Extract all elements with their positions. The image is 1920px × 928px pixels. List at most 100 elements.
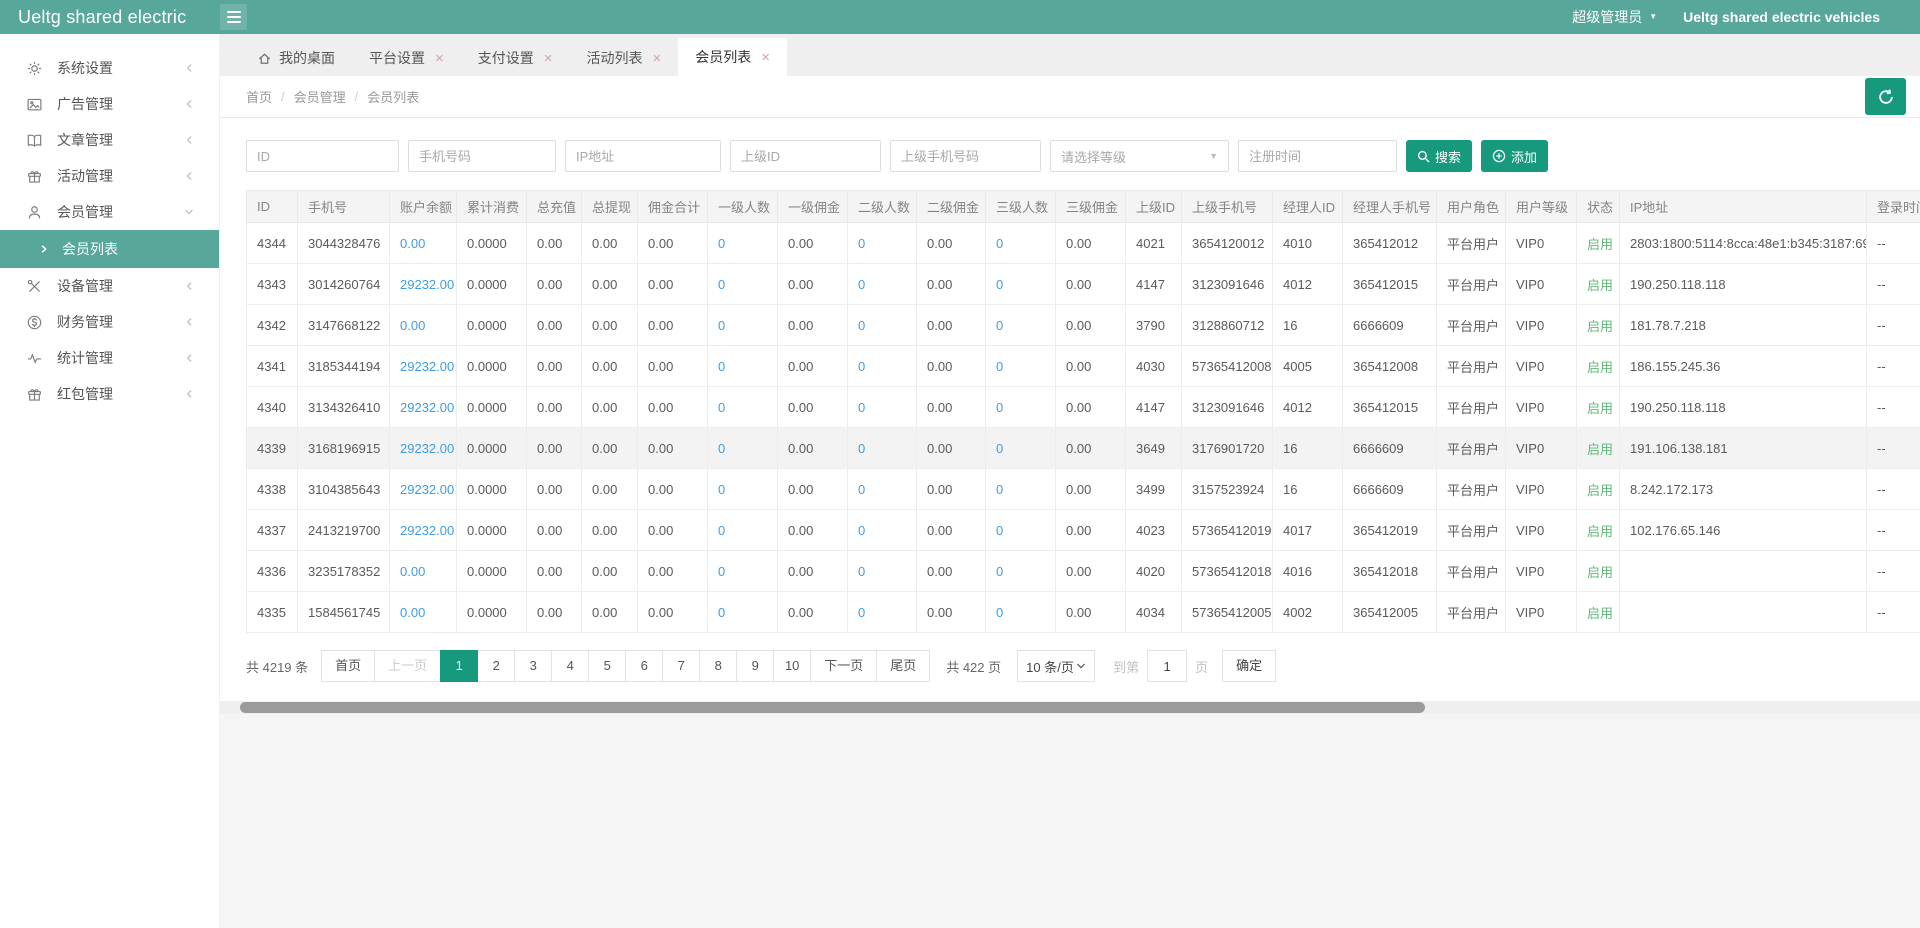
page-button-10[interactable]: 10 [773, 650, 811, 682]
link-l3_count[interactable]: 0 [996, 359, 1003, 374]
tab-platform-settings[interactable]: 平台设置 × [352, 40, 461, 76]
tab-payment-settings[interactable]: 支付设置 × [461, 40, 570, 76]
cell-consume: 0.0000 [457, 428, 527, 469]
goto-page-input[interactable] [1147, 650, 1187, 682]
tab-my-desktop[interactable]: 我的桌面 [240, 40, 352, 76]
link-balance[interactable]: 0.00 [400, 564, 425, 579]
link-l3_count[interactable]: 0 [996, 318, 1003, 333]
search-button[interactable]: 搜索 [1406, 140, 1472, 172]
prev-page-button[interactable]: 上一页 [374, 650, 441, 682]
link-l2_count[interactable]: 0 [858, 523, 865, 538]
menu-toggle-icon[interactable] [220, 4, 247, 30]
page-button-6[interactable]: 6 [625, 650, 663, 682]
link-l1_count[interactable]: 0 [718, 400, 725, 415]
filter-phone-input[interactable] [408, 140, 556, 172]
link-l2_count[interactable]: 0 [858, 318, 865, 333]
sidebar-item-ad-management[interactable]: 广告管理 [0, 86, 219, 122]
confirm-button[interactable]: 确定 [1222, 650, 1276, 682]
cell-status: 启用 [1577, 510, 1620, 551]
filter-register-time-input[interactable] [1238, 140, 1397, 172]
sidebar-item-member-management[interactable]: 会员管理 [0, 194, 219, 230]
next-page-button[interactable]: 下一页 [810, 650, 877, 682]
sidebar-item-stats-management[interactable]: 统计管理 [0, 340, 219, 376]
page-button-8[interactable]: 8 [699, 650, 737, 682]
filter-id-input[interactable] [246, 140, 399, 172]
link-l2_count[interactable]: 0 [858, 277, 865, 292]
level-select[interactable]: 请选择等级 ▼ [1050, 140, 1229, 172]
link-l3_count[interactable]: 0 [996, 564, 1003, 579]
tab-member-list[interactable]: 会员列表 × [678, 38, 787, 76]
page-button-7[interactable]: 7 [662, 650, 700, 682]
filter-parent-phone-input[interactable] [890, 140, 1041, 172]
link-l3_count[interactable]: 0 [996, 236, 1003, 251]
link-l3_count[interactable]: 0 [996, 441, 1003, 456]
link-l2_count[interactable]: 0 [858, 564, 865, 579]
cell-l1_count: 0 [708, 592, 778, 633]
close-icon[interactable]: × [435, 51, 444, 66]
link-l3_count[interactable]: 0 [996, 277, 1003, 292]
link-balance[interactable]: 29232.00 [400, 277, 454, 292]
link-l1_count[interactable]: 0 [718, 523, 725, 538]
cell-status: 启用 [1577, 346, 1620, 387]
close-icon[interactable]: × [544, 51, 553, 66]
last-page-button[interactable]: 尾页 [876, 650, 930, 682]
link-balance[interactable]: 29232.00 [400, 400, 454, 415]
per-page-select[interactable]: 10 条/页 [1017, 650, 1095, 682]
page-button-2[interactable]: 2 [477, 650, 515, 682]
close-icon[interactable]: × [653, 51, 662, 66]
status-badge: 启用 [1587, 442, 1613, 457]
sidebar-item-device-management[interactable]: 设备管理 [0, 268, 219, 304]
link-balance[interactable]: 29232.00 [400, 523, 454, 538]
sidebar-item-redpacket-management[interactable]: 红包管理 [0, 376, 219, 412]
link-l2_count[interactable]: 0 [858, 236, 865, 251]
link-l1_count[interactable]: 0 [718, 605, 725, 620]
sidebar-item-finance-management[interactable]: 财务管理 [0, 304, 219, 340]
sidebar-item-activity-management[interactable]: 活动管理 [0, 158, 219, 194]
link-l1_count[interactable]: 0 [718, 236, 725, 251]
link-l2_count[interactable]: 0 [858, 441, 865, 456]
sidebar-item-article-management[interactable]: 文章管理 [0, 122, 219, 158]
link-l3_count[interactable]: 0 [996, 605, 1003, 620]
link-l3_count[interactable]: 0 [996, 400, 1003, 415]
link-balance[interactable]: 29232.00 [400, 359, 454, 374]
link-l1_count[interactable]: 0 [718, 318, 725, 333]
filter-ip-input[interactable] [565, 140, 721, 172]
link-balance[interactable]: 0.00 [400, 236, 425, 251]
page-button-4[interactable]: 4 [551, 650, 589, 682]
first-page-button[interactable]: 首页 [321, 650, 375, 682]
link-l2_count[interactable]: 0 [858, 359, 865, 374]
breadcrumb-home[interactable]: 首页 [246, 87, 272, 106]
link-l1_count[interactable]: 0 [718, 277, 725, 292]
breadcrumb-member-management[interactable]: 会员管理 [294, 87, 346, 106]
link-l1_count[interactable]: 0 [718, 564, 725, 579]
link-l2_count[interactable]: 0 [858, 400, 865, 415]
link-balance[interactable]: 0.00 [400, 605, 425, 620]
link-balance[interactable]: 29232.00 [400, 441, 454, 456]
link-balance[interactable]: 29232.00 [400, 482, 454, 497]
page-button-1[interactable]: 1 [440, 650, 478, 682]
page-button-3[interactable]: 3 [514, 650, 552, 682]
link-l2_count[interactable]: 0 [858, 482, 865, 497]
add-button[interactable]: 添加 [1481, 140, 1548, 172]
link-l1_count[interactable]: 0 [718, 359, 725, 374]
link-l3_count[interactable]: 0 [996, 482, 1003, 497]
link-l3_count[interactable]: 0 [996, 523, 1003, 538]
link-l2_count[interactable]: 0 [858, 605, 865, 620]
page-button-9[interactable]: 9 [736, 650, 774, 682]
link-l1_count[interactable]: 0 [718, 482, 725, 497]
cell-l3_count: 0 [986, 305, 1056, 346]
sidebar-item-label: 会员管理 [57, 202, 113, 222]
scrollbar-thumb[interactable] [240, 702, 1425, 713]
cell-level: VIP0 [1506, 264, 1577, 305]
tab-activity-list[interactable]: 活动列表 × [570, 40, 679, 76]
link-l1_count[interactable]: 0 [718, 441, 725, 456]
link-balance[interactable]: 0.00 [400, 318, 425, 333]
sidebar-item-system-settings[interactable]: 系统设置 [0, 50, 219, 86]
cell-withdraw: 0.00 [582, 510, 638, 551]
sidebar-subitem-member-list[interactable]: 会员列表 [0, 230, 219, 268]
close-icon[interactable]: × [761, 50, 770, 65]
admin-dropdown[interactable]: 超级管理员 ▼ [1572, 7, 1657, 27]
filter-parent-id-input[interactable] [730, 140, 881, 172]
refresh-button[interactable] [1865, 78, 1906, 115]
page-button-5[interactable]: 5 [588, 650, 626, 682]
